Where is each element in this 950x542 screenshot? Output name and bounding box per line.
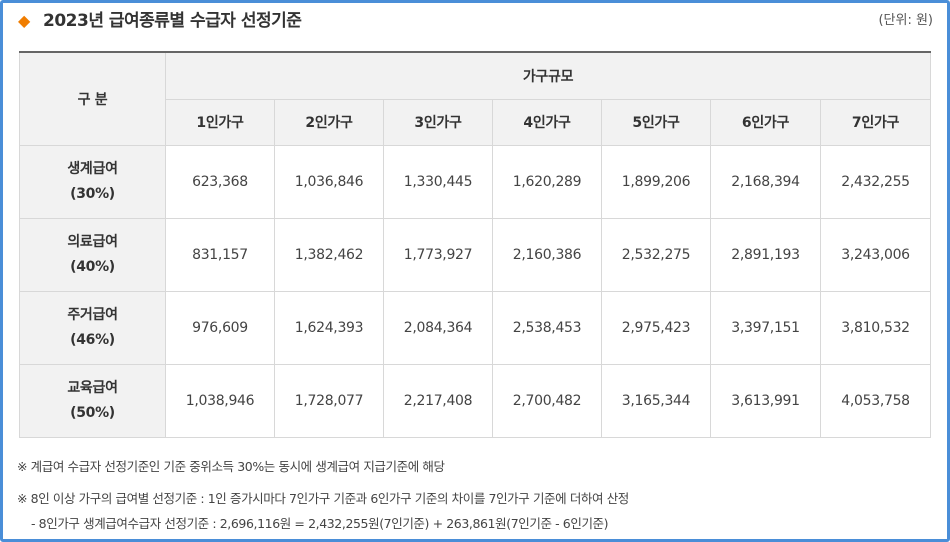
- table-cell: 3,165,344: [601, 363, 711, 438]
- table-cell: 2,160,386: [492, 217, 602, 292]
- table-row: 생계급여 (30%) 623,368 1,036,846 1,330,445 1…: [19, 144, 932, 219]
- selection-criteria-table: 구 분 가구규모 1인가구 2인가구 3인가구 4인가구 5인가구 6인가구 7…: [19, 51, 932, 438]
- table-cell: 1,728,077: [274, 363, 384, 438]
- table-cell: 1,899,206: [601, 144, 711, 219]
- table-cell: 1,038,946: [165, 363, 275, 438]
- table-cell: 3,613,991: [710, 363, 821, 438]
- section-header: ◆ 2023년 급여종류별 수급자 선정기준 (단위: 원): [3, 3, 947, 39]
- table-cell: 623,368: [165, 144, 275, 219]
- benefit-ratio: (30%): [70, 185, 115, 202]
- footnote-1: ※ 계급여 수급자 선정기준인 기준 중위소득 30%는 동시에 생계급여 지급…: [17, 459, 445, 474]
- unit-label: (단위: 원): [878, 13, 933, 28]
- table-cell: 3,243,006: [819, 217, 932, 292]
- column-header: 2인가구: [274, 98, 384, 146]
- table-cell: 2,532,275: [601, 217, 711, 292]
- column-header: 6인가구: [710, 98, 821, 146]
- column-header: 4인가구: [492, 98, 602, 146]
- table-cell: 1,382,462: [274, 217, 384, 292]
- column-header: 5인가구: [601, 98, 711, 146]
- benefit-name: 의료급여: [67, 233, 118, 250]
- benefit-ratio: (50%): [70, 404, 115, 421]
- table-cell: 976,609: [165, 290, 275, 365]
- row-header: 교육급여 (50%): [19, 363, 166, 438]
- table-cell: 2,700,482: [492, 363, 602, 438]
- table-cell: 3,397,151: [710, 290, 821, 365]
- footnote-3: - 8인가구 생계급여수급자 선정기준 : 2,696,116원 = 2,432…: [31, 516, 609, 531]
- table-row: 의료급여 (40%) 831,157 1,382,462 1,773,927 2…: [19, 217, 932, 292]
- table-cell: 1,624,393: [274, 290, 384, 365]
- benefit-name: 교육급여: [67, 379, 118, 396]
- column-header: 3인가구: [383, 98, 493, 146]
- content-frame: ◆ 2023년 급여종류별 수급자 선정기준 (단위: 원) 구 분 가구규모 …: [0, 0, 950, 542]
- benefit-ratio: (40%): [70, 258, 115, 275]
- table-cell: 2,168,394: [710, 144, 821, 219]
- table-cell: 3,810,532: [819, 290, 932, 365]
- row-header: 의료급여 (40%): [19, 217, 166, 292]
- table-cell: 2,432,255: [819, 144, 932, 219]
- footnote-2: ※ 8인 이상 가구의 급여별 선정기준 : 1인 증가시마다 7인가구 기준과…: [17, 491, 629, 506]
- benefit-name: 생계급여: [67, 160, 118, 177]
- table-cell: 2,538,453: [492, 290, 602, 365]
- benefit-name: 주거급여: [67, 306, 118, 323]
- page-title: 2023년 급여종류별 수급자 선정기준: [43, 11, 302, 31]
- row-header: 주거급여 (46%): [19, 290, 166, 365]
- table-cell: 1,773,927: [383, 217, 493, 292]
- table-cell: 831,157: [165, 217, 275, 292]
- table-cell: 1,330,445: [383, 144, 493, 219]
- benefit-ratio: (46%): [70, 331, 115, 348]
- household-size-header: 가구규모: [164, 51, 932, 100]
- table-cell: 2,975,423: [601, 290, 711, 365]
- table-cell: 2,084,364: [383, 290, 493, 365]
- table-header-row-group: 구 분 가구규모: [19, 51, 932, 146]
- table-cell: 1,036,846: [274, 144, 384, 219]
- table-cell: 1,620,289: [492, 144, 602, 219]
- diamond-bullet-icon: ◆: [18, 11, 31, 30]
- column-header: 1인가구: [165, 98, 275, 146]
- table-row: 교육급여 (50%) 1,038,946 1,728,077 2,217,408…: [19, 363, 932, 438]
- row-header: 생계급여 (30%): [19, 144, 166, 219]
- table-row: 주거급여 (46%) 976,609 1,624,393 2,084,364 2…: [19, 290, 932, 365]
- column-header: 7인가구: [819, 98, 932, 146]
- table-cell: 4,053,758: [819, 363, 932, 438]
- table-cell: 2,891,193: [710, 217, 821, 292]
- table-cell: 2,217,408: [383, 363, 493, 438]
- corner-header: 구 분: [19, 51, 166, 146]
